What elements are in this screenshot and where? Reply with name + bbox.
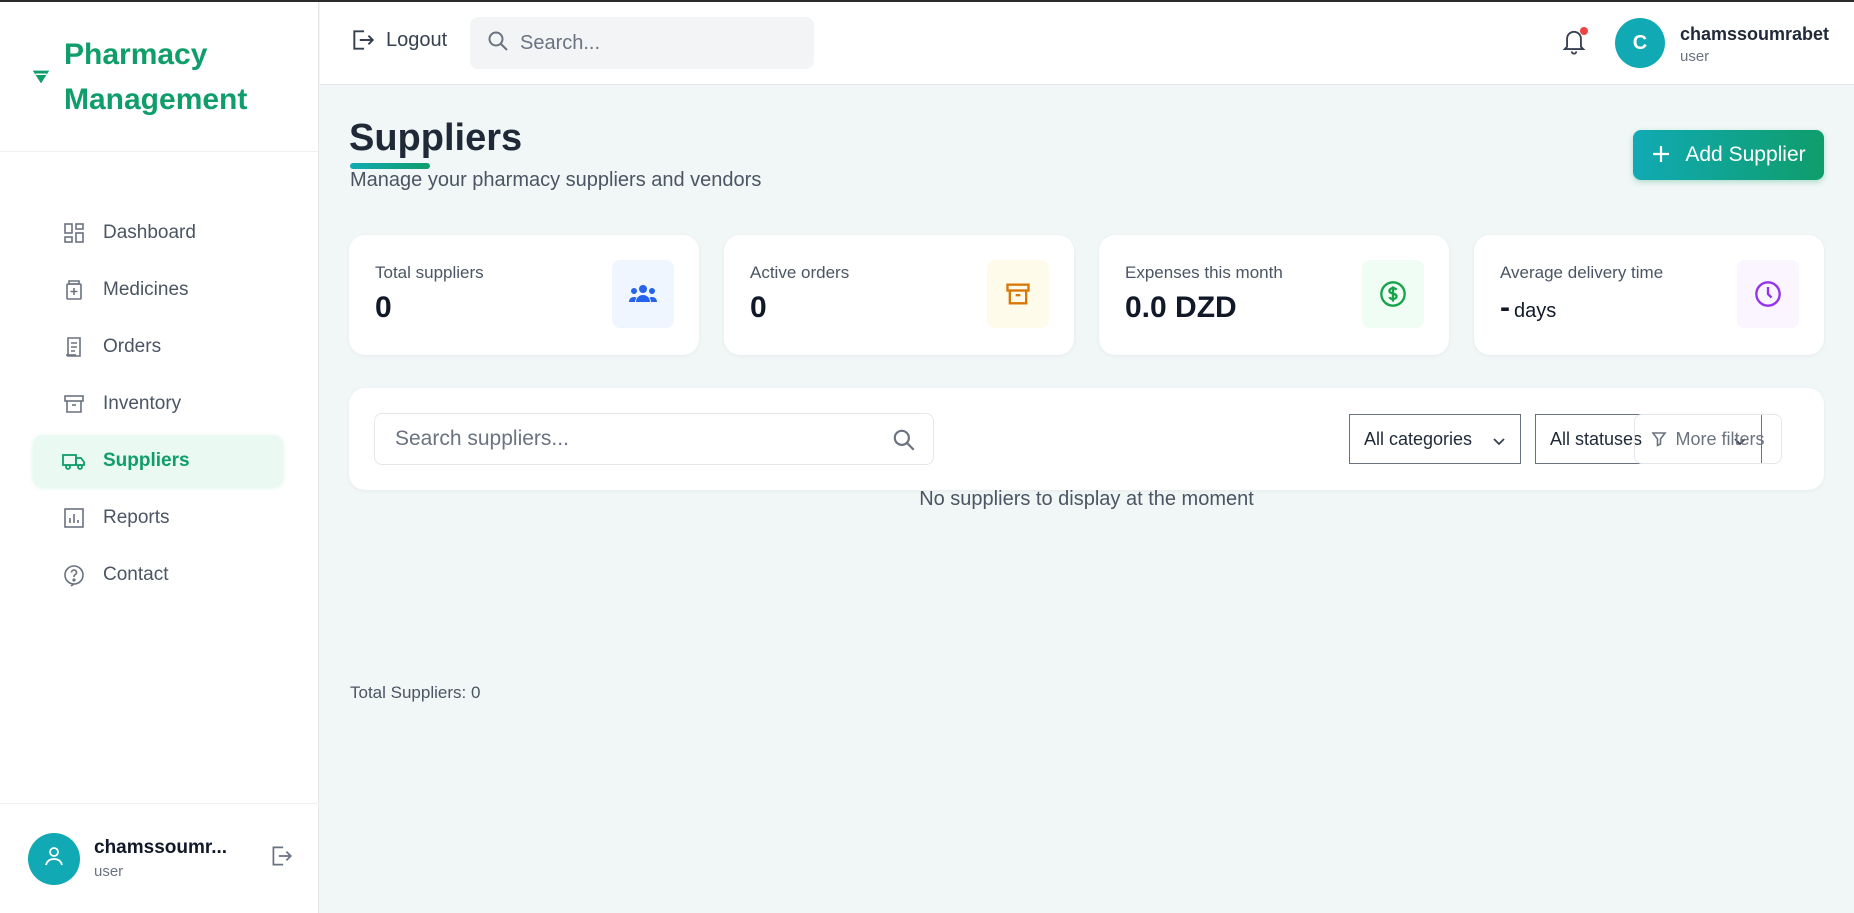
category-select-value: All categories (1364, 428, 1473, 449)
brand-name: Pharmacy Management (64, 37, 248, 116)
sidebar: Pharmacy Management Dashboard Medicines … (0, 2, 319, 913)
top-header: Logout C chamssoumrabet user (320, 2, 1854, 85)
bar-chart-icon (61, 505, 87, 531)
total-suppliers-count: Total Suppliers: 0 (350, 683, 481, 702)
more-filters-label: More filters (1675, 428, 1765, 449)
sidebar-user-role: user (94, 863, 124, 880)
search-icon (891, 427, 917, 458)
notifications-button[interactable] (1560, 26, 1590, 56)
more-filters-button[interactable]: More filters (1634, 414, 1782, 464)
sidebar-item-label: Medicines (103, 279, 189, 300)
medicine-icon (61, 277, 87, 303)
logout-label: Logout (386, 28, 448, 51)
stats-cards: Total suppliers 0 Active orders 0 Expens… (349, 235, 1849, 355)
sidebar-item-dashboard[interactable]: Dashboard (33, 207, 283, 259)
pill-logo-icon (30, 65, 54, 89)
archive-icon (61, 391, 87, 417)
sidebar-item-contact[interactable]: Contact (33, 549, 283, 601)
user-role: user (1680, 48, 1710, 65)
archive-box-icon (987, 260, 1049, 328)
help-icon (61, 562, 87, 588)
sidebar-item-label: Inventory (103, 393, 182, 414)
sidebar-item-label: Suppliers (103, 450, 190, 471)
user-menu[interactable]: chamssoumrabet user (1680, 24, 1829, 65)
dashboard-icon (61, 220, 87, 246)
window-top-border (0, 0, 1854, 2)
chevron-down-icon (1492, 432, 1506, 453)
supplier-search[interactable] (374, 413, 934, 465)
receipt-icon (61, 334, 87, 360)
sidebar-item-suppliers[interactable]: Suppliers (33, 435, 283, 487)
global-search[interactable] (470, 17, 814, 69)
avatar[interactable]: C (1615, 18, 1665, 68)
stat-card-delivery-time: Average delivery time - days (1474, 235, 1824, 355)
main-content: Suppliers Manage your pharmacy suppliers… (320, 85, 1854, 913)
filter-icon (1651, 431, 1668, 447)
users-icon (612, 260, 674, 328)
category-select[interactable]: All categories (1349, 414, 1521, 464)
sidebar-nav: Dashboard Medicines Orders Inventory Sup… (0, 152, 318, 601)
stat-card-active-orders: Active orders 0 (724, 235, 1074, 355)
plus-icon (1651, 141, 1671, 169)
sidebar-item-inventory[interactable]: Inventory (33, 378, 283, 430)
page-title: Suppliers (349, 117, 523, 159)
user-icon (42, 844, 66, 873)
filter-bar: All categories All statuses More filters (349, 388, 1824, 490)
empty-state-message: No suppliers to display at the moment (919, 488, 1254, 510)
sidebar-item-reports[interactable]: Reports (33, 492, 283, 544)
logout-icon (350, 26, 378, 54)
sidebar-logout-button[interactable] (266, 844, 296, 874)
sidebar-item-label: Dashboard (103, 222, 196, 243)
supplier-search-input[interactable] (395, 427, 875, 451)
sidebar-user: chamssoumr... user (0, 803, 319, 913)
logout-icon (268, 843, 294, 874)
brand[interactable]: Pharmacy Management (0, 2, 318, 152)
status-select-value: All statuses (1550, 428, 1643, 449)
stat-unit: days (1514, 300, 1557, 322)
logout-button[interactable]: Logout (350, 26, 447, 54)
search-icon (486, 29, 510, 58)
sidebar-item-orders[interactable]: Orders (33, 321, 283, 373)
stat-card-expenses: Expenses this month 0.0 DZD (1099, 235, 1449, 355)
clock-icon (1737, 260, 1799, 328)
avatar[interactable] (28, 832, 80, 885)
sidebar-item-medicines[interactable]: Medicines (33, 264, 283, 316)
page-subtitle: Manage your pharmacy suppliers and vendo… (350, 169, 762, 191)
truck-icon (61, 448, 87, 474)
user-name: chamssoumrabet (1680, 24, 1830, 44)
sidebar-user-name: chamssoumr... (94, 837, 228, 858)
sidebar-item-label: Contact (103, 564, 169, 585)
sidebar-item-label: Orders (103, 336, 162, 357)
add-supplier-label: Add Supplier (1685, 143, 1806, 166)
bell-icon (1560, 30, 1588, 60)
dollar-circle-icon (1362, 260, 1424, 328)
notification-badge (1580, 27, 1588, 35)
add-supplier-button[interactable]: Add Supplier (1633, 130, 1824, 180)
stat-card-total-suppliers: Total suppliers 0 (349, 235, 699, 355)
global-search-input[interactable] (520, 31, 790, 55)
sidebar-item-label: Reports (103, 507, 170, 528)
